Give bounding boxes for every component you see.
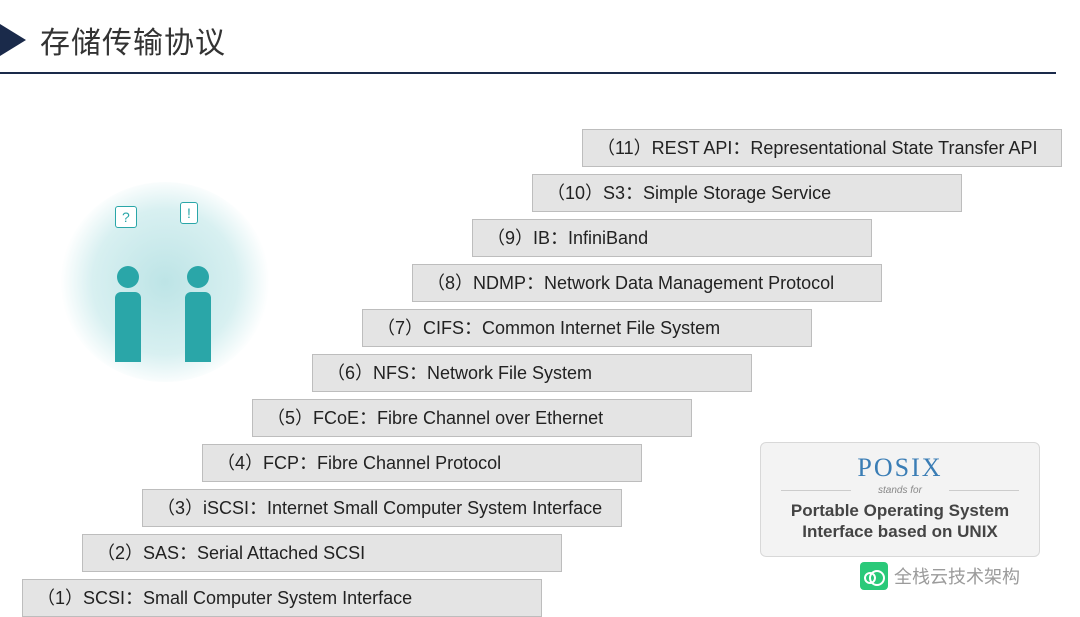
figure-left (110, 266, 146, 362)
chevron-icon (0, 24, 26, 56)
watermark: 全栈云技术架构 (860, 562, 1020, 590)
stair-step-8: （8）NDMP：Network Data Management Protocol (412, 264, 882, 302)
watermark-text: 全栈云技术架构 (894, 563, 1020, 589)
wechat-icon (860, 562, 888, 590)
posix-stands-for: stands for (771, 485, 1029, 496)
posix-desc-1: Portable Operating System (771, 500, 1029, 521)
stair-step-11: （11）REST API：Representational State Tran… (582, 129, 1062, 167)
stair-step-3: （3）iSCSI：Internet Small Computer System … (142, 489, 622, 527)
stair-step-1: （1）SCSI：Small Computer System Interface (22, 579, 542, 617)
stair-step-6: （6）NFS：Network File System (312, 354, 752, 392)
stair-step-7: （7）CIFS：Common Internet File System (362, 309, 812, 347)
stair-step-5: （5）FCoE：Fibre Channel over Ethernet (252, 399, 692, 437)
slide-header: 存储传输协议 (0, 0, 1056, 74)
people-illustration: ? ! (60, 182, 270, 382)
posix-desc-2: Interface based on UNIX (771, 521, 1029, 542)
stair-step-4: （4）FCP：Fibre Channel Protocol (202, 444, 642, 482)
stair-step-9: （9）IB：InfiniBand (472, 219, 872, 257)
figure-right (180, 266, 216, 362)
slide-title: 存储传输协议 (40, 18, 226, 62)
slide-content: ? ! （1）SCSI：Small Computer System Interf… (0, 82, 1080, 602)
posix-title: POSIX (771, 453, 1029, 483)
posix-card: POSIX stands for Portable Operating Syst… (760, 442, 1040, 558)
stair-step-10: （10）S3：Simple Storage Service (532, 174, 962, 212)
exclaim-bubble: ! (180, 202, 198, 224)
illustration-bg (60, 182, 270, 382)
stair-step-2: （2）SAS：Serial Attached SCSI (82, 534, 562, 572)
question-bubble: ? (115, 206, 137, 228)
